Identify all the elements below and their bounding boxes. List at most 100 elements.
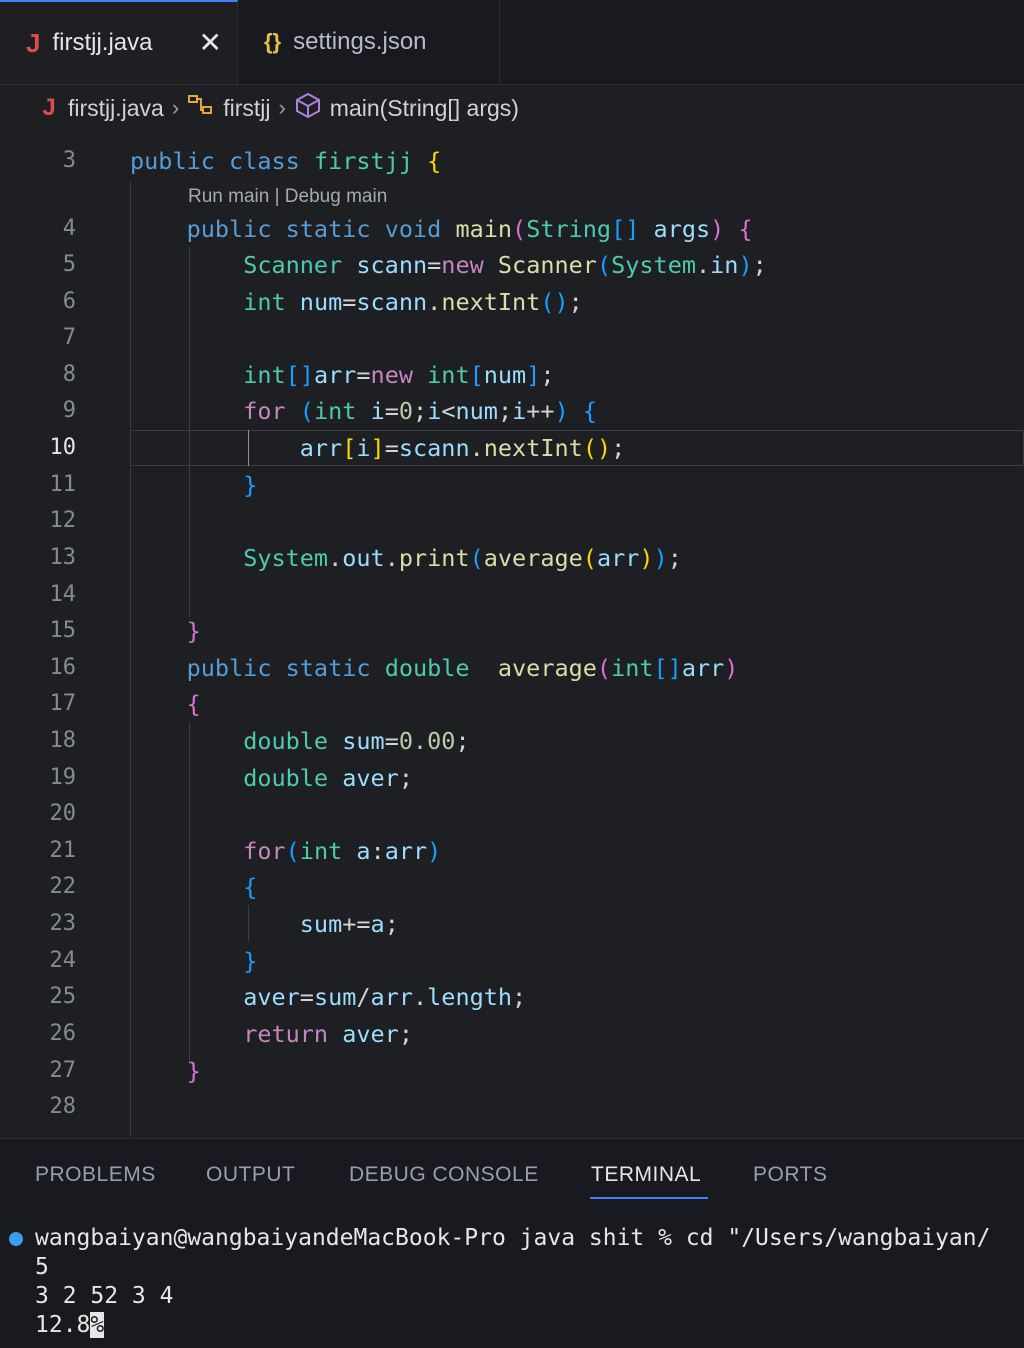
code-line: 25 aver=sum/arr.length; (0, 979, 1024, 1015)
line-number: 18 (49, 728, 77, 753)
code-line: 19 double aver; (0, 760, 1024, 796)
panel-tabs: PROBLEMS OUTPUT DEBUG CONSOLE TERMINAL P… (0, 1139, 1024, 1201)
line-number: 9 (62, 398, 76, 423)
line-number: 16 (49, 655, 77, 680)
command-status-dot-icon (9, 1232, 23, 1246)
line-number: 17 (49, 691, 77, 716)
tab-label: firstjj.java (52, 29, 153, 56)
line-number: 19 (49, 765, 77, 790)
code-line: 15 } (0, 613, 1024, 649)
code-text[interactable]: for (int i=0;i<num;i++) { (130, 393, 597, 429)
code-editor[interactable]: 3 public class firstjj { Run main | Debu… (0, 132, 1024, 1137)
code-text[interactable]: sum+=a; (130, 906, 399, 942)
line-number: 15 (49, 618, 77, 643)
line-number: 5 (62, 252, 76, 277)
code-line: 17 { (0, 686, 1024, 722)
line-number: 27 (49, 1058, 77, 1083)
code-line: 3 public class firstjj { (0, 143, 1024, 179)
line-number: 4 (62, 216, 76, 241)
code-line: 28 (0, 1089, 1024, 1125)
json-file-icon: {} (264, 29, 282, 54)
code-text[interactable]: } (130, 943, 257, 979)
line-number: 20 (49, 801, 77, 826)
line-number: 13 (49, 545, 77, 570)
code-line: 6 int num=scann.nextInt(); (0, 284, 1024, 320)
code-text[interactable]: aver=sum/arr.length; (130, 979, 526, 1015)
code-line: 7 (0, 320, 1024, 356)
code-line: 22 { (0, 869, 1024, 905)
tab-firstjj-java[interactable]: J firstjj.java ✕ (0, 0, 238, 84)
code-line: 13 System.out.print(average(arr)); (0, 540, 1024, 576)
bottom-panel: PROBLEMS OUTPUT DEBUG CONSOLE TERMINAL P… (0, 1138, 1024, 1348)
code-line: 9 for (int i=0;i<num;i++) { (0, 393, 1024, 429)
editor-tab-bar: J firstjj.java ✕ {} settings.json (0, 0, 1024, 85)
code-text[interactable]: for(int a:arr) (130, 833, 441, 869)
line-number: 11 (49, 472, 77, 497)
tab-output[interactable]: OUTPUT (206, 1163, 295, 1187)
code-text[interactable]: System.out.print(average(arr)); (130, 540, 682, 576)
code-text[interactable]: double sum=0.00; (130, 723, 469, 759)
code-line: 16 public static double average(int[]arr… (0, 650, 1024, 686)
code-line: 5 Scanner scann=new Scanner(System.in); (0, 247, 1024, 283)
code-text[interactable]: public class firstjj { (130, 143, 441, 179)
tab-problems[interactable]: PROBLEMS (35, 1163, 156, 1187)
terminal-line: wangbaiyan@wangbaiyandeMacBook-Pro java … (35, 1225, 991, 1251)
line-number: 7 (62, 325, 76, 350)
java-file-icon: J (42, 94, 56, 121)
code-text[interactable]: { (130, 686, 201, 722)
line-number: 8 (62, 362, 76, 387)
code-text[interactable]: int[]arr=new int[num]; (130, 357, 554, 393)
line-number: 24 (49, 948, 77, 973)
code-line: 20 (0, 796, 1024, 832)
tab-settings-json[interactable]: {} settings.json (238, 0, 500, 84)
code-text[interactable]: public static double average(int[]arr) (130, 650, 739, 686)
line-number: 26 (49, 1021, 77, 1046)
code-text[interactable]: Scanner scann=new Scanner(System.in); (130, 247, 767, 283)
method-cube-icon (294, 92, 322, 124)
line-number: 21 (49, 838, 77, 863)
line-number: 23 (49, 911, 77, 936)
breadcrumb-file[interactable]: firstjj.java (68, 95, 164, 122)
code-text[interactable]: public static void main(String[] args) { (130, 211, 753, 247)
terminal-result: 12.8 (35, 1312, 91, 1338)
tab-terminal[interactable]: TERMINAL (591, 1163, 701, 1187)
code-line: 26 return aver; (0, 1016, 1024, 1052)
line-number: 14 (49, 582, 77, 607)
code-line: 11 } (0, 467, 1024, 503)
terminal-line: 5 (35, 1254, 49, 1280)
code-line: 14 (0, 577, 1024, 613)
close-icon[interactable]: ✕ (199, 29, 222, 57)
code-line: 12 (0, 503, 1024, 539)
code-line: 24 } (0, 943, 1024, 979)
code-text[interactable]: } (130, 467, 257, 503)
code-text[interactable]: } (130, 613, 201, 649)
code-text[interactable]: int num=scann.nextInt(); (130, 284, 583, 320)
tab-debug-console[interactable]: DEBUG CONSOLE (349, 1163, 539, 1187)
active-tab-indicator (590, 1197, 708, 1199)
code-text[interactable]: { (130, 869, 257, 905)
code-text[interactable]: double aver; (130, 760, 413, 796)
line-number: 6 (62, 289, 76, 314)
code-text[interactable]: arr[i]=scann.nextInt(); (130, 430, 625, 466)
line-number: 28 (49, 1094, 77, 1119)
code-text[interactable]: return aver; (130, 1016, 413, 1052)
code-line: 23 sum+=a; (0, 906, 1024, 942)
tab-ports[interactable]: PORTS (753, 1163, 827, 1187)
line-number: 25 (49, 984, 77, 1009)
class-icon (187, 93, 215, 123)
code-text[interactable]: } (130, 1053, 201, 1089)
code-line: 18 double sum=0.00; (0, 723, 1024, 759)
breadcrumb: J firstjj.java › firstjj › main(String[]… (0, 85, 1024, 131)
tab-label: settings.json (293, 28, 427, 55)
line-number: 12 (49, 508, 77, 533)
line-number: 10 (49, 435, 77, 460)
code-line: 27 } (0, 1053, 1024, 1089)
code-line: 4 public static void main(String[] args)… (0, 211, 1024, 247)
chevron-right-icon: › (278, 95, 286, 120)
code-line: 8 int[]arr=new int[num]; (0, 357, 1024, 393)
line-number: 22 (49, 874, 77, 899)
codelens-run-debug[interactable]: Run main | Debug main (188, 179, 387, 215)
breadcrumb-method[interactable]: main(String[] args) (330, 95, 519, 122)
java-file-icon: J (26, 27, 41, 58)
breadcrumb-class[interactable]: firstjj (223, 95, 270, 122)
